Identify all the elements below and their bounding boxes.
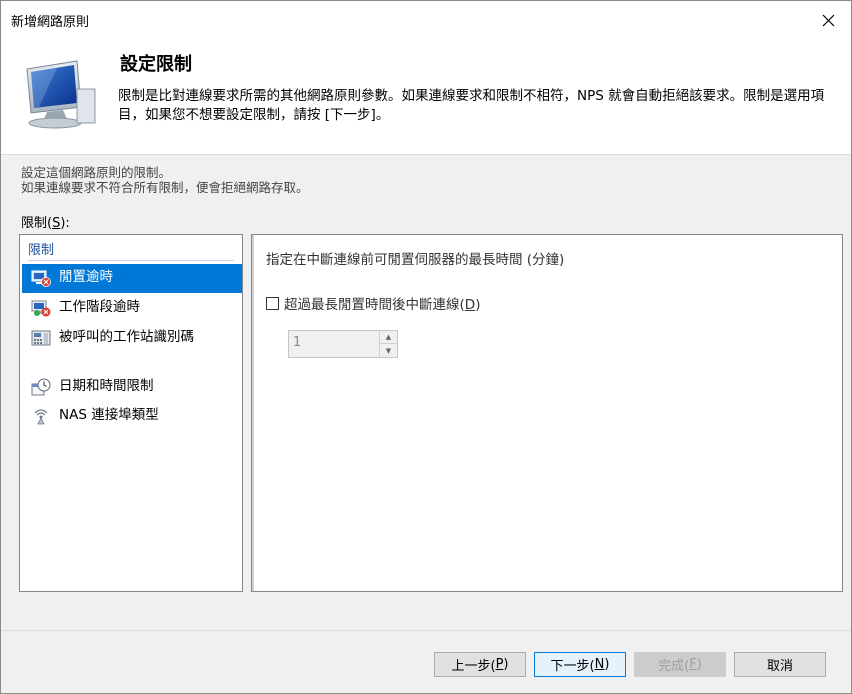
spinner-buttons: ▲ ▼	[379, 331, 397, 357]
nav-item-session-timeout[interactable]: 工作階段逾時	[22, 294, 242, 323]
caret-up-icon: ▲	[385, 333, 392, 341]
nav-item-idle-timeout[interactable]: 閒置逾時	[22, 264, 242, 293]
intro-line-2: 如果連線要求不符合所有限制，便會拒絕網路存取。	[21, 180, 309, 195]
footer-divider	[1, 630, 851, 631]
panel-inner-border	[252, 235, 254, 591]
caret-down-icon: ▼	[385, 346, 392, 355]
nav-item-label: 工作階段逾時	[59, 299, 140, 315]
group-divider	[28, 260, 234, 261]
called-station-id-icon	[31, 330, 51, 346]
next-button[interactable]: 下一步(N)	[534, 652, 626, 677]
close-button[interactable]	[805, 1, 851, 39]
disconnect-checkbox[interactable]	[266, 296, 279, 310]
restrictions-label: 限制(S):	[21, 216, 70, 231]
restrictions-list[interactable]: 限制 閒置逾時 工作階段逾時 被呼叫的工作站識別碼 日期和時間限制 NAS 連接…	[19, 234, 243, 592]
back-button[interactable]: 上一步(P)	[434, 652, 526, 677]
idle-timeout-icon	[31, 270, 51, 287]
cancel-button[interactable]: 取消	[734, 652, 826, 677]
page-description: 限制是比對連線要求所需的其他網路原則參數。如果連線要求和限制不相符，NPS 就會…	[118, 88, 825, 123]
nav-item-label: 日期和時間限制	[59, 378, 154, 394]
monitor-icon	[26, 60, 96, 129]
spinner-value: 1	[293, 335, 302, 350]
title-bar: 新增網路原則	[1, 1, 851, 39]
nav-item-day-time[interactable]: 日期和時間限制	[22, 373, 242, 402]
spin-down-button[interactable]: ▼	[380, 344, 397, 357]
page-title: 設定限制	[120, 54, 192, 75]
nav-item-label: 被呼叫的工作站識別碼	[59, 329, 194, 345]
disconnect-checkbox-row[interactable]: 超過最長閒置時間後中斷連線(D)	[266, 293, 480, 313]
close-icon	[822, 14, 834, 26]
intro-text: 設定這個網路原則的限制。 如果連線要求不符合所有限制，便會拒絕網路存取。	[21, 165, 309, 195]
spin-up-button[interactable]: ▲	[380, 331, 397, 344]
window-title: 新增網路原則	[11, 15, 90, 30]
nav-item-called-station-id[interactable]: 被呼叫的工作站識別碼	[22, 324, 242, 366]
restrictions-group-header: 限制	[28, 243, 55, 258]
nav-item-label: 閒置逾時	[59, 269, 113, 285]
session-timeout-icon	[31, 300, 51, 317]
disconnect-checkbox-label: 超過最長閒置時間後中斷連線(D)	[284, 297, 481, 313]
new-network-policy-dialog: 新增網路原則 設定限制 限制是比對連線要求所需的其他網路原則參數。如果連線要求和…	[0, 0, 852, 694]
restriction-detail-panel: 指定在中斷連線前可閒置伺服器的最長時間 (分鐘) 超過最長閒置時間後中斷連線(D…	[251, 234, 843, 592]
intro-line-1: 設定這個網路原則的限制。	[21, 165, 172, 180]
detail-title: 指定在中斷連線前可閒置伺服器的最長時間 (分鐘)	[266, 252, 565, 268]
idle-minutes-spinner[interactable]: 1 ▲ ▼	[288, 330, 398, 358]
nav-item-nas-port-type[interactable]: NAS 連接埠類型	[22, 402, 242, 431]
nas-port-type-icon	[34, 409, 48, 425]
day-time-icon	[31, 378, 51, 396]
wizard-header: 設定限制 限制是比對連線要求所需的其他網路原則參數。如果連線要求和限制不相符，N…	[1, 39, 851, 155]
nav-item-label: NAS 連接埠類型	[59, 407, 159, 423]
finish-button[interactable]: 完成(F)	[634, 652, 726, 677]
